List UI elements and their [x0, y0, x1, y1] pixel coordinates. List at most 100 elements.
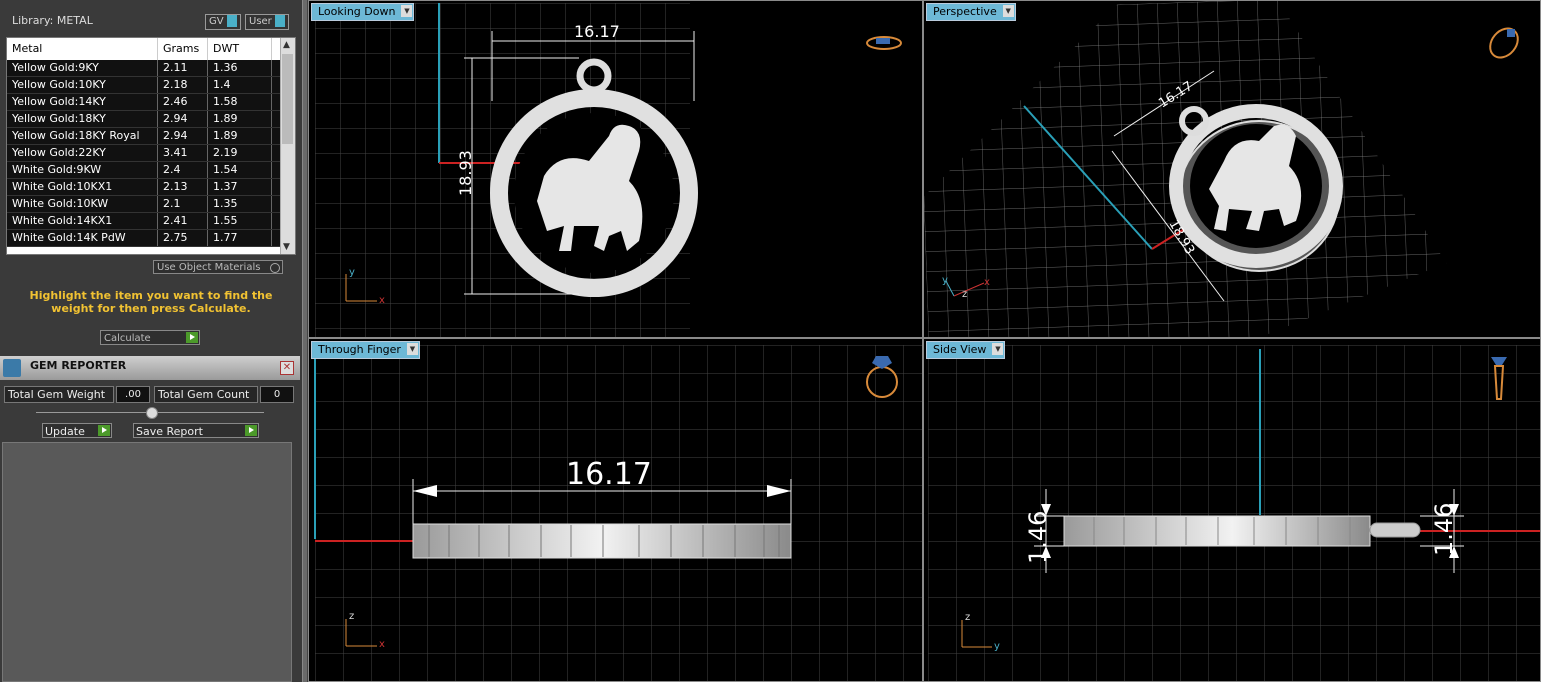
through-finger-canvas: 16.17 z x — [314, 345, 922, 681]
side-view-canvas: 1.46 1.46 z y — [928, 345, 1540, 681]
chevron-down-icon[interactable]: ▼ — [992, 343, 1004, 355]
chevron-down-icon[interactable]: ▼ — [1002, 5, 1014, 17]
user-label: User — [249, 16, 272, 27]
grams-cell: 2.46 — [158, 94, 208, 110]
grams-cell: 2.94 — [158, 111, 208, 127]
library-header: Library: METAL GV User — [0, 8, 300, 32]
play-icon — [98, 425, 110, 436]
table-row[interactable]: Yellow Gold:9KY 2.11 1.36 — [7, 60, 295, 77]
grams-cell: 2.18 — [158, 77, 208, 93]
update-label: Update — [45, 425, 85, 438]
viewport-menu[interactable]: Through Finger ▼ — [311, 341, 420, 359]
table-row[interactable]: Yellow Gold:18KY 2.94 1.89 — [7, 111, 295, 128]
gem-slider[interactable] — [36, 407, 264, 419]
gem-report-area — [2, 442, 292, 682]
table-row[interactable]: White Gold:9KW 2.4 1.54 — [7, 162, 295, 179]
table-header: Metal Grams DWT — [7, 38, 295, 60]
total-gem-count-label: Total Gem Count — [154, 386, 258, 403]
dwt-cell: 1.37 — [208, 179, 272, 195]
viewport-looking-down[interactable]: 16.17 18.93 y x Looking Down ▼ — [308, 0, 923, 338]
library-title: Library: METAL — [12, 14, 93, 27]
user-toggle[interactable]: User — [245, 14, 289, 30]
grams-cell: 2.75 — [158, 230, 208, 246]
total-gem-weight-value: .00 — [116, 386, 150, 403]
axis-z-label: z — [349, 611, 354, 622]
perspective-canvas: 16.17 18.93 y z x — [924, 1, 1524, 337]
left-panel: Library: METAL GV User Metal Grams DWT Y… — [0, 0, 302, 682]
metal-cell: Yellow Gold:22KY — [7, 145, 158, 161]
axis-x-label: x — [379, 295, 385, 306]
grams-cell: 2.11 — [158, 60, 208, 76]
viewport-title: Through Finger — [318, 343, 401, 356]
ring-orientation-icon[interactable] — [1485, 23, 1524, 63]
play-icon — [245, 425, 257, 436]
grams-cell: 2.1 — [158, 196, 208, 212]
viewport-title: Looking Down — [318, 5, 396, 18]
viewport-side-view[interactable]: 1.46 1.46 z y Side View ▼ — [923, 338, 1541, 682]
column-grams[interactable]: Grams — [158, 38, 208, 60]
table-row[interactable]: White Gold:10KW 2.1 1.35 — [7, 196, 295, 213]
metal-table: Metal Grams DWT Yellow Gold:9KY 2.11 1.36 Y… — [6, 37, 296, 255]
metal-cell: White Gold:9KW — [7, 162, 158, 178]
metal-cell: Yellow Gold:10KY — [7, 77, 158, 93]
close-icon[interactable]: ✕ — [280, 361, 294, 375]
viewport-menu[interactable]: Side View ▼ — [926, 341, 1006, 359]
width-dimension: 16.17 — [574, 22, 620, 41]
calculate-button[interactable]: Calculate — [100, 330, 200, 345]
table-scrollbar[interactable]: ▲ ▼ — [280, 38, 295, 254]
viewport-title: Perspective — [933, 5, 997, 18]
axis-x-label: x — [984, 277, 990, 288]
slider-knob[interactable] — [146, 407, 158, 419]
gem-reporter-header: GEM REPORTER ✕ — [0, 356, 300, 380]
grams-cell: 2.4 — [158, 162, 208, 178]
viewport-menu[interactable]: Looking Down ▼ — [311, 3, 415, 21]
column-metal[interactable]: Metal — [7, 38, 158, 60]
play-icon — [186, 332, 198, 343]
scroll-up-icon[interactable]: ▲ — [283, 40, 290, 50]
ring-orientation-icon[interactable] — [866, 36, 902, 50]
dwt-cell: 1.35 — [208, 196, 272, 212]
metal-cell: White Gold:14KX1 — [7, 213, 158, 229]
chevron-down-icon[interactable]: ▼ — [406, 343, 418, 355]
table-row[interactable]: Yellow Gold:14KY 2.46 1.58 — [7, 94, 295, 111]
metal-cell: White Gold:10KW — [7, 196, 158, 212]
metal-cell: Yellow Gold:14KY — [7, 94, 158, 110]
scroll-thumb[interactable] — [282, 54, 293, 144]
dwt-cell: 1.89 — [208, 128, 272, 144]
axis-x-label: x — [379, 639, 385, 650]
gem-reporter-title: GEM REPORTER — [30, 359, 127, 372]
grams-cell: 2.13 — [158, 179, 208, 195]
grams-cell: 2.94 — [158, 128, 208, 144]
metal-cell: White Gold:10KX1 — [7, 179, 158, 195]
calculate-label: Calculate — [104, 333, 151, 344]
table-row[interactable]: White Gold:14K PdW 2.75 1.77 — [7, 230, 295, 247]
axis-y-label: y — [994, 641, 1000, 652]
viewport-through-finger[interactable]: 16.17 z x Through Finger ▼ — [308, 338, 923, 682]
table-row[interactable]: White Gold:10KX1 2.13 1.37 — [7, 179, 295, 196]
use-object-materials-label: Use Object Materials — [157, 262, 261, 273]
dwt-cell: 1.89 — [208, 111, 272, 127]
scroll-down-icon[interactable]: ▼ — [283, 242, 290, 252]
dwt-cell: 2.19 — [208, 145, 272, 161]
table-row[interactable]: Yellow Gold:10KY 2.18 1.4 — [7, 77, 295, 94]
metal-cell: Yellow Gold:9KY — [7, 60, 158, 76]
save-report-button[interactable]: Save Report — [133, 423, 259, 438]
update-button[interactable]: Update — [42, 423, 112, 438]
table-row[interactable]: Yellow Gold:18KY Royal 2.94 1.89 — [7, 128, 295, 145]
table-row[interactable]: Yellow Gold:22KY 3.41 2.19 — [7, 145, 295, 162]
column-dwt[interactable]: DWT — [208, 38, 272, 60]
dwt-cell: 1.77 — [208, 230, 272, 246]
metal-cell: Yellow Gold:18KY Royal — [7, 128, 158, 144]
save-report-label: Save Report — [136, 425, 203, 438]
radio-icon[interactable] — [270, 263, 280, 273]
use-object-materials-toggle[interactable]: Use Object Materials — [153, 260, 283, 274]
gv-toggle[interactable]: GV — [205, 14, 241, 30]
viewport-menu[interactable]: Perspective ▼ — [926, 3, 1016, 21]
metal-cell: Yellow Gold:18KY — [7, 111, 158, 127]
height-dimension: 18.93 — [456, 150, 475, 196]
dwt-cell: 1.54 — [208, 162, 272, 178]
table-row[interactable]: White Gold:14KX1 2.41 1.55 — [7, 213, 295, 230]
table-body: Yellow Gold:9KY 2.11 1.36 Yellow Gold:10KY 2… — [7, 60, 295, 247]
chevron-down-icon[interactable]: ▼ — [401, 5, 413, 17]
viewport-perspective[interactable]: 16.17 18.93 y z x Perspective ▼ — [923, 0, 1541, 338]
